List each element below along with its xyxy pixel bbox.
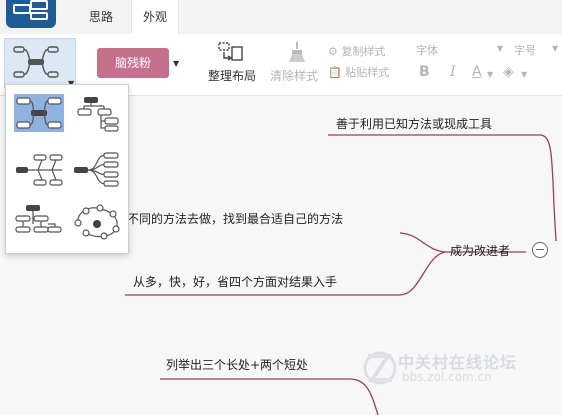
tidy-layout-label[interactable]: 整理布局 [204,67,260,84]
skin-button[interactable]: 脑残粉 [97,48,169,78]
copy-style-button[interactable]: ⚙ 复制样式 [328,43,385,59]
skin-dropdown-arrow-icon[interactable]: ▼ [173,59,179,68]
logic-left-layout-icon [74,152,119,187]
branch-line-strengths [160,378,379,415]
structure-dropdown-menu [5,84,129,254]
structure-option-mind-map[interactable] [14,94,64,132]
font-size-select[interactable]: 字号 [514,42,536,58]
copy-style-label: 复制样式 [341,45,386,58]
structure-option-org-chart[interactable] [72,94,122,132]
clear-style-label[interactable]: 清除样式 [270,67,318,84]
paste-style-label: 粘贴样式 [345,66,390,79]
branch-line-methods [399,232,446,253]
network-layout-icon [74,204,120,240]
node-methods[interactable]: 不同的方法去做，找到最合适自己的方法 [127,210,343,227]
zol-watermark-logo-icon [363,351,396,385]
app-logo-icon[interactable] [6,0,56,28]
tab-strip: 思路 外观 [0,0,562,34]
structure-button[interactable]: ▼ [4,38,76,88]
fill-color-bucket-icon[interactable]: ◈ [503,64,514,80]
node-strengths[interactable]: 列举出三个长处+两个短处 [166,356,308,373]
italic-button[interactable]: I [450,64,456,80]
structure-option-network[interactable] [72,203,122,241]
node-improver[interactable]: 成为改进者 [450,242,510,259]
structure-option-tree[interactable] [14,203,64,241]
node-tools[interactable]: 善于利用已知方法或现成工具 [336,115,492,132]
fill-color-arrow-icon[interactable]: ▼ [521,70,527,79]
structure-option-logic-left[interactable] [72,151,122,189]
font-family-select[interactable]: 字体 [416,42,438,58]
org-chart-layout-icon [77,97,119,132]
fishbone-layout-icon [16,154,63,186]
tidy-layout-icon[interactable] [218,41,244,63]
mind-map-structure-icon [13,46,59,78]
clear-style-broom-icon[interactable] [285,41,305,63]
bold-button[interactable]: B [419,64,430,80]
tab-appearance[interactable]: 外观 [131,0,179,34]
collapse-branch-button[interactable] [532,242,548,258]
mind-map-layout-icon [16,97,62,129]
paste-style-icon: 📋 [328,66,346,79]
copy-style-icon: ⚙ [328,45,342,58]
font-size-arrow-icon[interactable]: ▼ [552,44,558,53]
structure-option-fishbone[interactable] [14,151,64,189]
font-color-arrow-icon[interactable]: ▼ [487,70,493,79]
font-family-arrow-icon[interactable]: ▼ [497,44,503,53]
branch-line-tools [328,134,557,242]
tab-idea[interactable]: 思路 [78,0,124,34]
tree-layout-icon [15,205,62,233]
watermark-url: bbs.zol.com.cn [402,370,492,384]
font-color-button[interactable]: A [472,64,482,80]
node-dimensions[interactable]: 从多，快，好，省四个方面对结果入手 [133,273,337,290]
paste-style-button[interactable]: 📋 粘贴样式 [328,64,389,80]
